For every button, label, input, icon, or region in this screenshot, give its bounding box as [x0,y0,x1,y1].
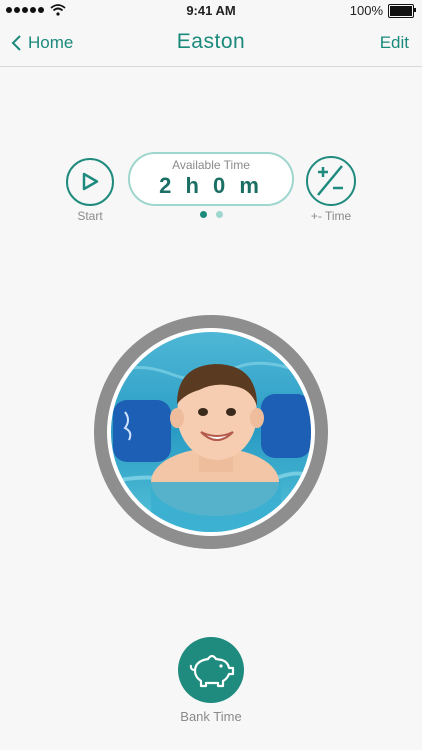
page-indicator[interactable] [200,211,223,218]
available-time-label: Available Time [172,158,250,172]
adjust-time-label: +- Time [310,209,352,223]
available-time-display: Available Time 2 h 0 m [128,152,294,206]
piggy-bank-icon [189,654,235,688]
start-button[interactable] [66,158,114,206]
edit-button[interactable]: Edit [380,33,409,53]
bank-time-button[interactable] [178,637,244,703]
page-title: Easton [176,30,246,53]
start-label: Start [77,209,103,223]
adjust-time-button[interactable] [306,156,356,206]
battery-percent: 100% [349,3,383,18]
nav-bar: Home Easton Edit [0,22,422,67]
play-icon [82,172,99,191]
battery-icon [388,3,416,18]
status-right: 100% [349,3,416,18]
child-photo [111,332,311,532]
avatar[interactable] [111,332,311,532]
status-bar: 9:41 AM 100% [0,0,422,22]
bank-time-label: Bank Time [180,709,242,724]
available-time-value: 2 h 0 m [159,173,263,198]
page-dot-1[interactable] [200,211,207,218]
page-dot-2[interactable] [216,211,223,218]
avatar-ring [94,315,328,549]
avatar-frame [107,328,315,536]
plus-minus-icon [317,165,343,196]
